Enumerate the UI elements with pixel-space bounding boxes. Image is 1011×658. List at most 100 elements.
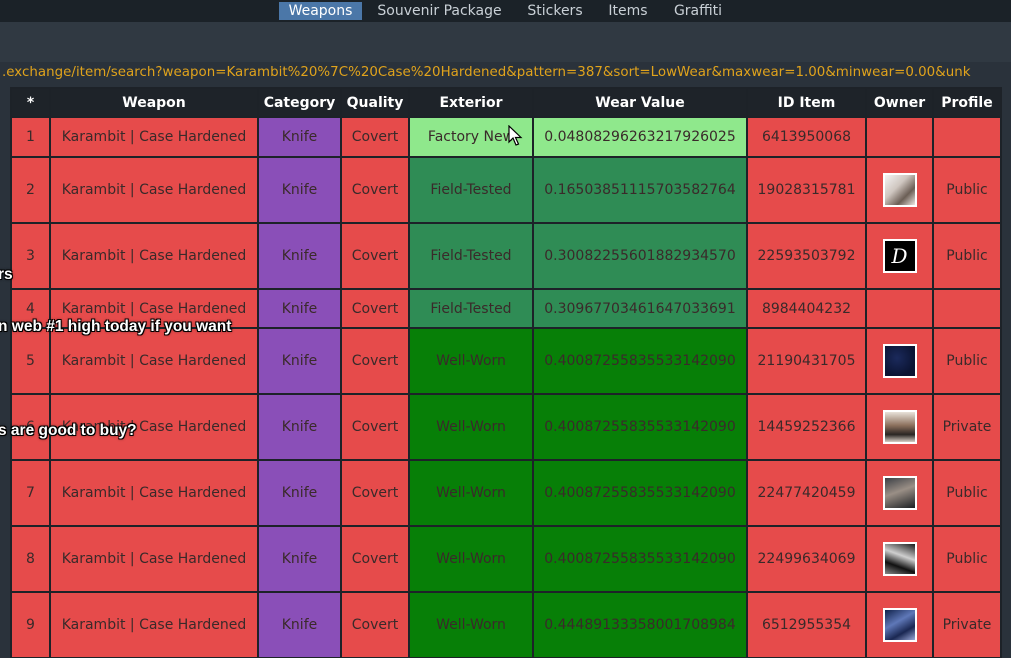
owner-cell[interactable] [865, 393, 934, 461]
wear-value-cell: 0.30082255601882934570 [532, 222, 748, 290]
item-id-cell[interactable]: 22499634069 [746, 525, 867, 593]
weapon-name[interactable]: Karambit | Case Hardened [49, 525, 259, 593]
quality-cell: Covert [340, 156, 410, 224]
row-number: 9 [10, 591, 51, 658]
row-number: 3 [10, 222, 51, 290]
owner-cell[interactable] [865, 156, 934, 224]
wear-value-cell: 0.40087255835533142090 [532, 525, 748, 593]
row-number: 1 [10, 116, 51, 158]
owner-cell[interactable] [865, 591, 934, 658]
row-number: 5 [10, 327, 51, 395]
profile-cell[interactable] [932, 288, 1002, 329]
category-cell: Knife [257, 459, 342, 527]
header-quality[interactable]: Quality [340, 87, 410, 118]
owner-cell[interactable] [865, 327, 934, 395]
header-owner[interactable]: Owner [865, 87, 934, 118]
mouse-cursor-icon [508, 125, 523, 146]
sub-header-bar [0, 22, 1011, 62]
quality-cell: Covert [340, 525, 410, 593]
table-row[interactable]: 9 Karambit | Case Hardened Knife Covert … [10, 591, 1002, 658]
table-row[interactable]: 8 Karambit | Case Hardened Knife Covert … [10, 525, 1002, 593]
item-id-cell[interactable]: 21190431705 [746, 327, 867, 395]
quality-cell: Covert [340, 327, 410, 395]
table-row[interactable]: 5 Karambit | Case Hardened Knife Covert … [10, 327, 1002, 395]
header-index[interactable]: * [10, 87, 51, 118]
tab-items[interactable]: Items [603, 2, 653, 20]
tab-weapons[interactable]: Weapons [279, 2, 362, 20]
category-cell: Knife [257, 156, 342, 224]
profile-cell[interactable]: Private [932, 591, 1002, 658]
wear-value-cell: 0.40087255835533142090 [532, 393, 748, 461]
item-id-cell[interactable]: 6512955354 [746, 591, 867, 658]
profile-cell[interactable]: Public [932, 459, 1002, 527]
header-wear-value[interactable]: Wear Value [532, 87, 748, 118]
table-row[interactable]: 1 Karambit | Case Hardened Knife Covert … [10, 116, 1002, 158]
exterior-cell: Well-Worn [408, 525, 534, 593]
chat-overlay-line-3: s are good to buy? [0, 422, 137, 439]
category-cell: Knife [257, 591, 342, 658]
space-avatar[interactable] [882, 608, 917, 642]
profile-cell[interactable]: Public [932, 156, 1002, 224]
bird-avatar[interactable] [882, 173, 917, 207]
exterior-cell: Well-Worn [408, 327, 534, 395]
exterior-cell: Field-Tested [408, 222, 534, 290]
item-id-cell[interactable]: 8984404232 [746, 288, 867, 329]
row-number: 7 [10, 459, 51, 527]
owner-cell[interactable]: D [865, 222, 934, 290]
header-profile[interactable]: Profile [932, 87, 1002, 118]
chat-overlay-line-2: n web #1 high today if you want [0, 318, 232, 335]
person-avatar[interactable] [882, 410, 917, 444]
header-id-item[interactable]: ID Item [746, 87, 867, 118]
item-id-cell[interactable]: 6413950068 [746, 116, 867, 158]
wear-value-cell: 0.40087255835533142090 [532, 459, 748, 527]
owner-cell[interactable] [865, 525, 934, 593]
weapon-name[interactable]: Karambit | Case Hardened [49, 459, 259, 527]
item-id-cell[interactable]: 14459252366 [746, 393, 867, 461]
header-category[interactable]: Category [257, 87, 342, 118]
table-row[interactable]: 6 Karambit | Case Hardened Knife Covert … [10, 393, 1002, 461]
category-cell: Knife [257, 288, 342, 329]
weapon-name[interactable]: Karambit | Case Hardened [49, 591, 259, 658]
night-sky-avatar[interactable] [882, 344, 917, 378]
profile-cell[interactable]: Private [932, 393, 1002, 461]
category-cell: Knife [257, 393, 342, 461]
item-id-cell[interactable]: 19028315781 [746, 156, 867, 224]
header-exterior[interactable]: Exterior [408, 87, 534, 118]
owner-cell[interactable] [865, 288, 934, 329]
table-header-row: * Weapon Category Quality Exterior Wear … [10, 87, 1002, 118]
owner-cell[interactable] [865, 459, 934, 527]
url-bar[interactable]: .exchange/item/search?weapon=Karambit%20… [0, 62, 1011, 84]
table-row[interactable]: 2 Karambit | Case Hardened Knife Covert … [10, 156, 1002, 224]
weapon-name[interactable]: Karambit | Case Hardened [49, 116, 259, 158]
letter-d-avatar[interactable]: D [882, 239, 917, 273]
tab-graffiti[interactable]: Graffiti [668, 2, 728, 20]
url-text: .exchange/item/search?weapon=Karambit%20… [2, 65, 971, 80]
row-number: 2 [10, 156, 51, 224]
quality-cell: Covert [340, 116, 410, 158]
weapon-name[interactable]: Karambit | Case Hardened [49, 222, 259, 290]
header-weapon[interactable]: Weapon [49, 87, 259, 118]
item-id-cell[interactable]: 22593503792 [746, 222, 867, 290]
exterior-cell: Well-Worn [408, 459, 534, 527]
profile-cell[interactable]: Public [932, 327, 1002, 395]
exterior-cell: Well-Worn [408, 591, 534, 658]
profile-cell[interactable]: Public [932, 525, 1002, 593]
weapon-name[interactable]: Karambit | Case Hardened [49, 156, 259, 224]
quality-cell: Covert [340, 288, 410, 329]
tab-stickers[interactable]: Stickers [522, 2, 588, 20]
table-row[interactable]: 7 Karambit | Case Hardened Knife Covert … [10, 459, 1002, 527]
man-avatar[interactable] [882, 476, 917, 510]
exterior-cell: Field-Tested [408, 288, 534, 329]
profile-cell[interactable] [932, 116, 1002, 158]
wear-value-cell: 0.40087255835533142090 [532, 327, 748, 395]
page-root: Weapons Souvenir Package Stickers Items … [0, 0, 1011, 658]
table-row[interactable]: 3 Karambit | Case Hardened Knife Covert … [10, 222, 1002, 290]
profile-cell[interactable]: Public [932, 222, 1002, 290]
character-avatar[interactable] [882, 542, 917, 576]
item-id-cell[interactable]: 22477420459 [746, 459, 867, 527]
wear-value-cell: 0.04808296263217926025 [532, 116, 748, 158]
owner-cell[interactable] [865, 116, 934, 158]
weapon-name[interactable]: Karambit | Case Hardened [49, 327, 259, 395]
tab-souvenir-package[interactable]: Souvenir Package [371, 2, 508, 20]
top-nav: Weapons Souvenir Package Stickers Items … [0, 0, 1011, 22]
